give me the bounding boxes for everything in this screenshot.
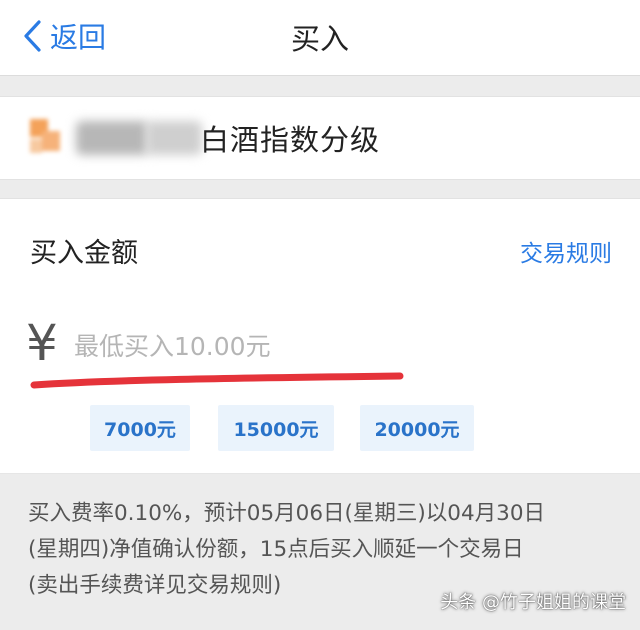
fee-note-line: (星期四)净值确认份额，15点后买入顺延一个交易日 — [28, 537, 524, 562]
quick-amount-20000-button[interactable]: 20000元 — [360, 405, 474, 451]
fund-name-redacted — [146, 121, 202, 155]
fund-logo-icon — [30, 119, 60, 153]
quick-amount-7000-button[interactable]: 7000元 — [90, 405, 190, 451]
nav-bar: 返回 买入 — [0, 0, 640, 76]
fund-info-row: 白酒指数分级 — [0, 96, 640, 180]
buy-page: 返回 买入 白酒指数分级 买入金额 交易规则 ¥ 7000元 15000元 20… — [0, 0, 640, 630]
quick-amount-15000-button[interactable]: 15000元 — [218, 405, 334, 451]
fee-note-line: 买入费率0.10%，预计05月06日(星期三)以04月30日 — [28, 501, 546, 526]
buy-amount-card: 买入金额 交易规则 ¥ 7000元 15000元 20000元 — [0, 198, 640, 474]
fund-name-redacted — [76, 121, 148, 155]
watermark: 头条 @竹子姐姐的课堂 — [440, 592, 626, 613]
red-underline-annotation — [30, 372, 404, 389]
amount-input[interactable] — [74, 325, 544, 367]
page-title: 买入 — [290, 22, 349, 56]
fund-name: 白酒指数分级 — [200, 123, 381, 157]
yen-icon: ¥ — [26, 314, 58, 372]
trading-rules-link[interactable]: 交易规则 — [520, 234, 612, 268]
buy-amount-title: 买入金额 — [30, 238, 138, 269]
